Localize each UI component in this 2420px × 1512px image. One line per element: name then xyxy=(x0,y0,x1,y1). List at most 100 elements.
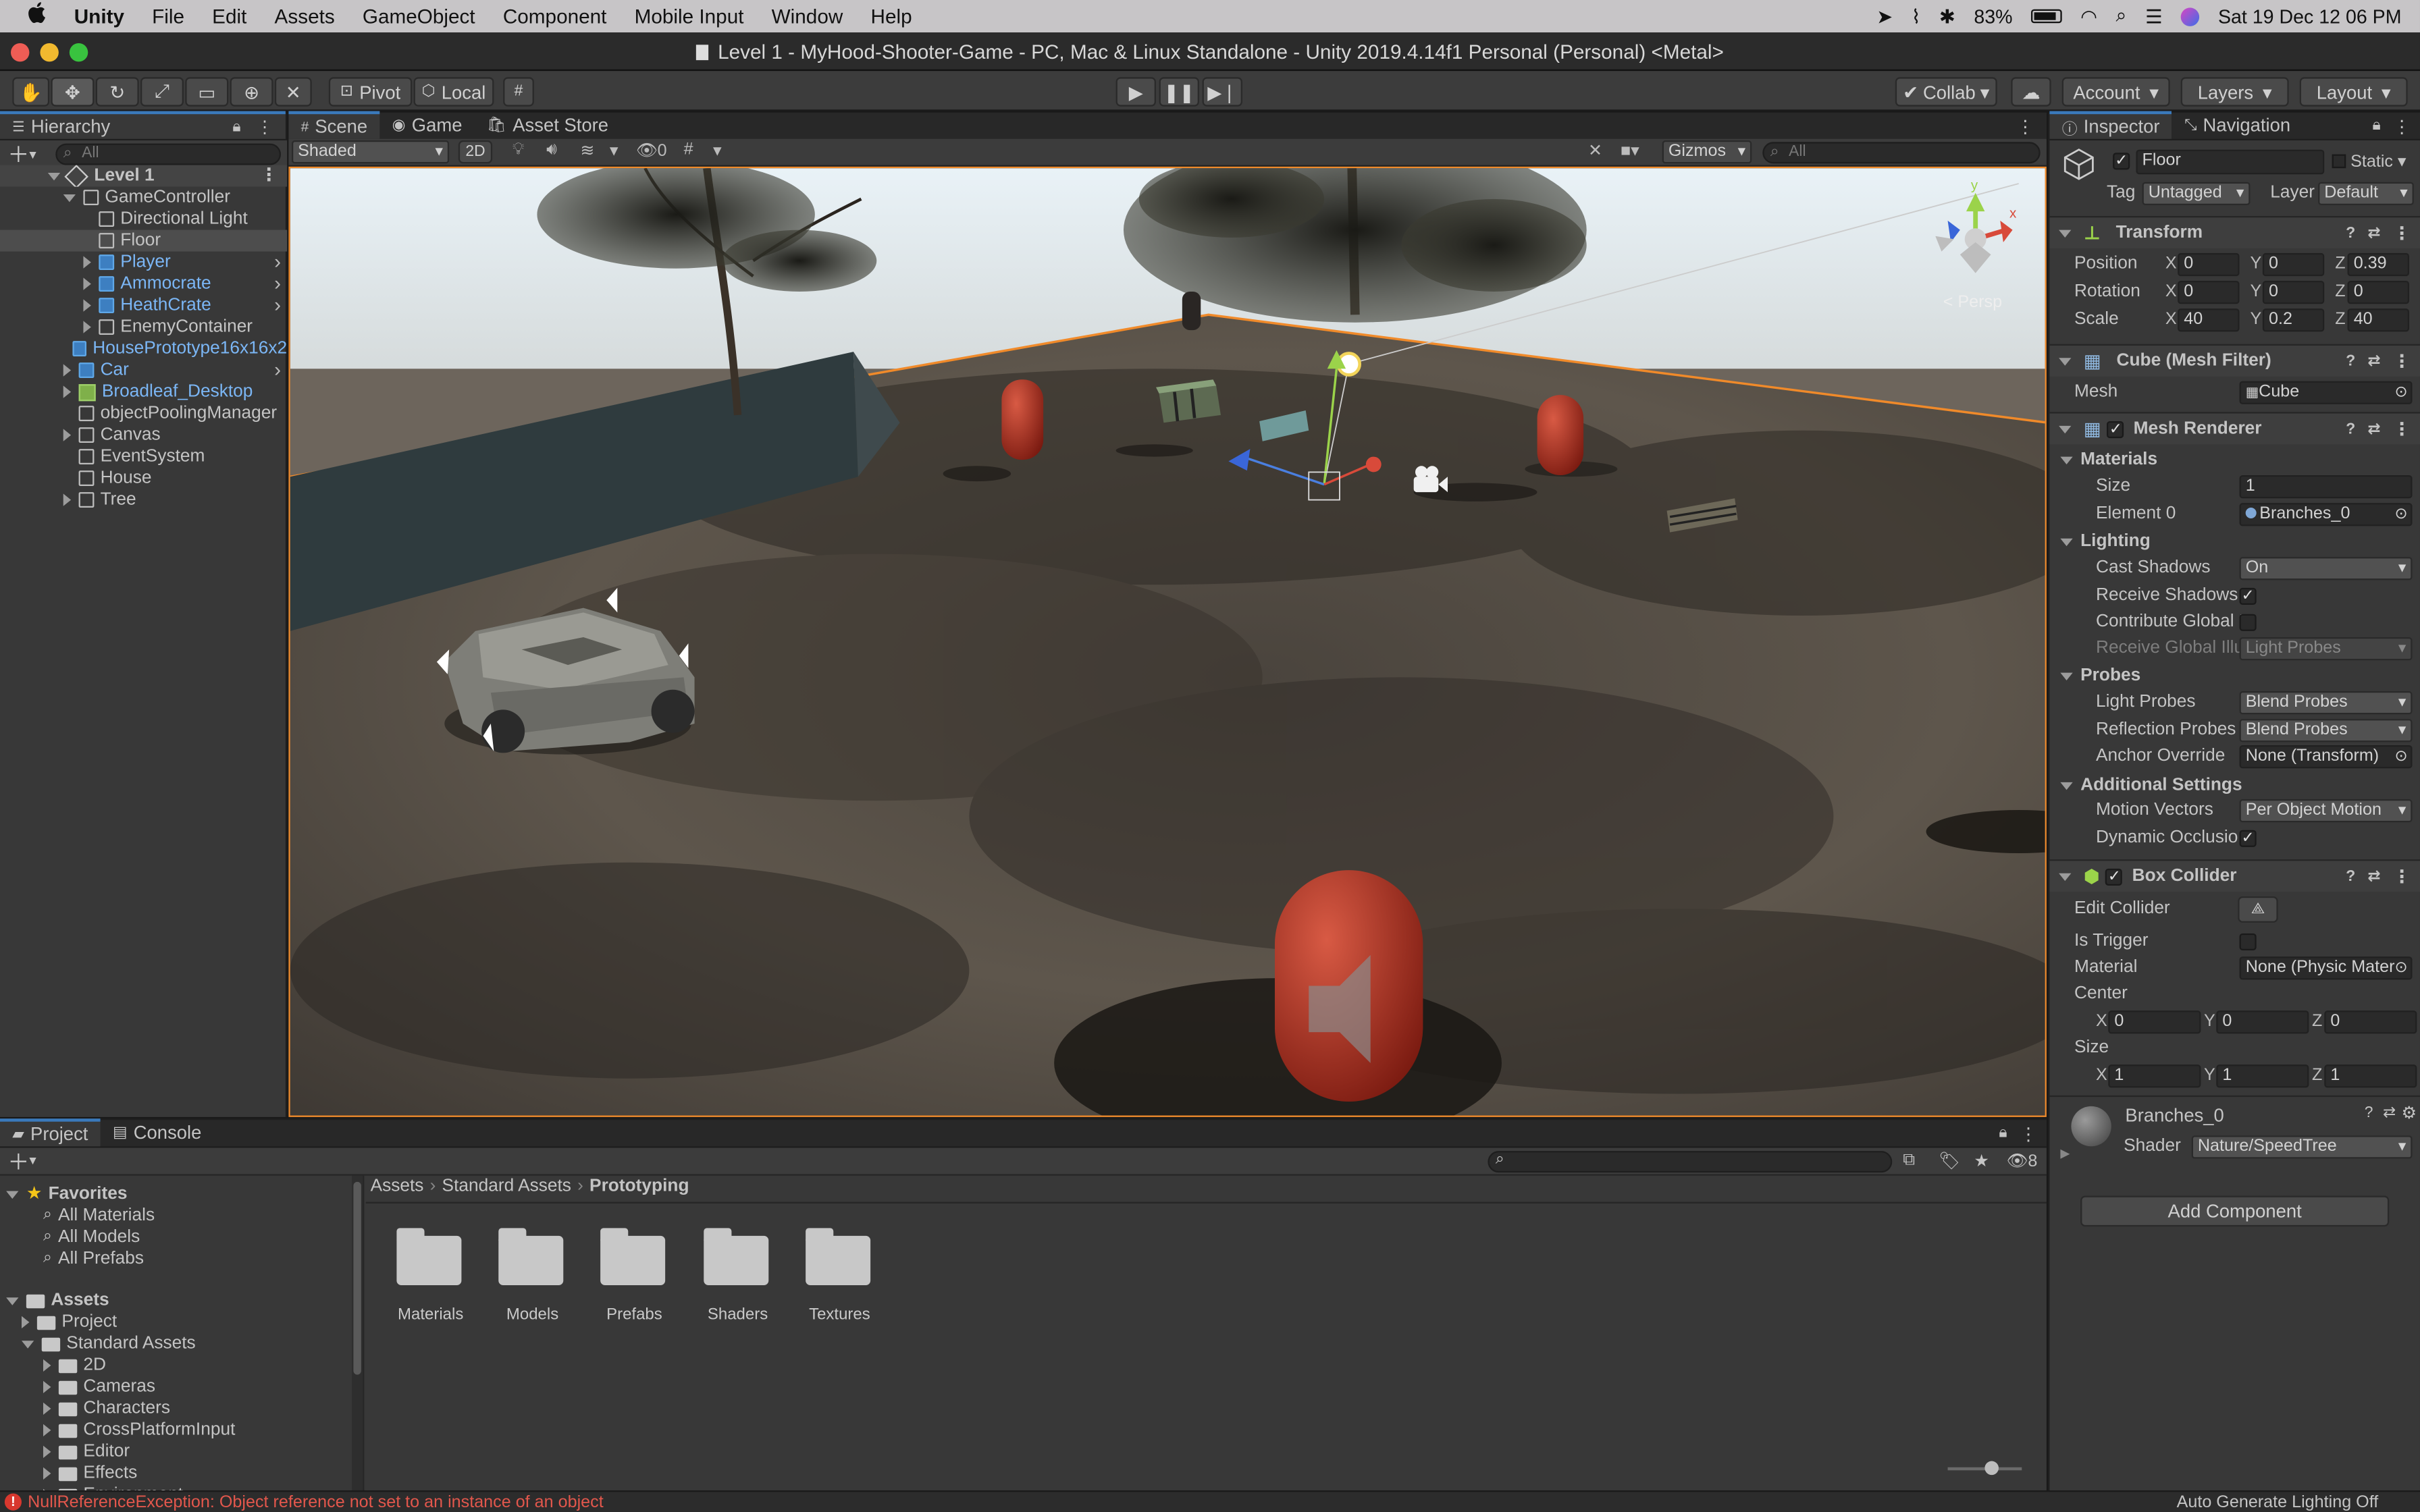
scene-render[interactable] xyxy=(290,168,2047,1117)
hierarchy-item[interactable]: HeathCrate › xyxy=(0,295,287,317)
shader-dropdown[interactable]: Nature/SpeedTree xyxy=(2191,1135,2413,1159)
materials-size-field[interactable]: 1 xyxy=(2239,475,2413,499)
active-checkbox[interactable]: ✓ xyxy=(2113,153,2130,170)
add-icon[interactable]: ＋ xyxy=(7,1145,29,1177)
pivot-toggle[interactable]: ⊡ Pivot xyxy=(328,77,413,107)
object-picker-icon[interactable]: ⊙ xyxy=(2395,747,2408,767)
breadcrumb-standard-assets[interactable]: Standard Assets xyxy=(442,1177,571,1195)
filter-by-type-icon[interactable]: ⧉ xyxy=(1903,1151,1915,1171)
hierarchy-item[interactable]: Canvas xyxy=(0,425,287,446)
project-tree-item[interactable]: CrossPlatformInput xyxy=(43,1420,235,1441)
transform-component-header[interactable]: ⊥ Transform ? ⇄ ⋮ xyxy=(2049,215,2420,248)
expand-arrow-icon[interactable] xyxy=(47,171,61,180)
collider-material-field[interactable]: None (Physic Materi ⊙ xyxy=(2239,956,2413,980)
additional-settings-foldout[interactable]: Additional Settings xyxy=(2049,773,2420,799)
lock-icon[interactable]: 🔒︎ xyxy=(1999,1125,2007,1141)
mesh-object-field[interactable]: ▦Cube ⊙ xyxy=(2239,381,2413,404)
gizmos-dropdown[interactable]: Gizmos xyxy=(1662,140,1752,164)
chevron-right-icon[interactable]: › xyxy=(274,295,281,317)
kebab-menu-icon[interactable]: ⋮ xyxy=(2393,222,2411,244)
project-tree-item[interactable]: Standard Assets xyxy=(21,1333,196,1355)
vector-z-field[interactable]: 0 xyxy=(2324,1010,2417,1034)
menu-mobile-input[interactable]: Mobile Input xyxy=(621,0,758,32)
paperclip-icon[interactable]: ⌇ xyxy=(1912,5,1921,28)
project-tree-item[interactable]: Cameras xyxy=(43,1376,155,1398)
breadcrumb-assets[interactable]: Assets xyxy=(371,1177,424,1195)
lighting-toggle-icon[interactable]: 💡︎ xyxy=(512,140,525,161)
hierarchy-item[interactable]: Floor xyxy=(0,230,288,252)
hidden-packages-icon[interactable]: 👁︎8 xyxy=(2006,1151,2037,1170)
static-checkbox[interactable] xyxy=(2332,154,2346,169)
vector-z-field[interactable]: 1 xyxy=(2324,1064,2417,1088)
object-picker-icon[interactable]: ⊙ xyxy=(2395,383,2408,403)
hierarchy-item[interactable]: Car › xyxy=(0,360,287,381)
chevron-right-icon[interactable]: › xyxy=(274,273,281,295)
local-toggle[interactable]: ⬡ Local xyxy=(413,77,494,107)
favorite-all-models[interactable]: ⌕ All Models xyxy=(43,1226,140,1248)
assets-foldout[interactable]: Assets xyxy=(0,1290,109,1312)
preset-icon[interactable]: ⇄ xyxy=(2368,352,2381,369)
hidden-objects-icon[interactable]: 👁︎0 xyxy=(636,140,667,160)
rect-tool-button[interactable]: ▭ xyxy=(185,77,229,107)
spotlight-search-icon[interactable]: ⌕ xyxy=(2116,5,2127,28)
project-tree-item[interactable]: Editor xyxy=(43,1441,130,1463)
help-icon[interactable]: ? xyxy=(2346,421,2355,437)
tab-console[interactable]: ▤ Console xyxy=(101,1118,214,1146)
tab-hierarchy[interactable]: ☰ Hierarchy 🔒︎ ⋮ xyxy=(0,111,286,139)
vector-z-field[interactable]: 0 xyxy=(2347,280,2409,304)
collapse-arrow-icon[interactable] xyxy=(2060,782,2073,790)
anchor-override-field[interactable]: None (Transform) ⊙ xyxy=(2239,745,2413,769)
error-icon[interactable]: ! xyxy=(4,1493,22,1511)
kebab-menu-icon[interactable]: ⋮ xyxy=(256,117,273,136)
layout-dropdown[interactable]: Layout ▾ xyxy=(2299,77,2408,107)
expand-arrow-icon[interactable] xyxy=(83,256,91,269)
grid-toggle-icon[interactable]: # xyxy=(684,140,693,159)
effects-toggle-icon[interactable]: ≋ xyxy=(580,140,594,160)
hierarchy-item[interactable]: EventSystem xyxy=(0,446,287,468)
expand-arrow-icon[interactable] xyxy=(43,1467,51,1480)
vector-x-field[interactable]: 40 xyxy=(2178,308,2240,332)
hand-tool-button[interactable]: ✋ xyxy=(12,77,50,107)
chevron-down-icon[interactable]: ▾ xyxy=(610,140,619,160)
menu-assets[interactable]: Assets xyxy=(261,0,348,32)
preset-icon[interactable]: ⇄ xyxy=(2368,225,2381,242)
expand-arrow-icon[interactable] xyxy=(43,1402,51,1415)
scene-search-input[interactable]: ⌕ All xyxy=(1762,142,2041,164)
collapse-arrow-icon[interactable] xyxy=(2060,456,2073,464)
help-icon[interactable]: ? xyxy=(2346,868,2355,885)
lock-icon[interactable]: 🔒︎ xyxy=(232,118,240,135)
preset-icon[interactable]: ⇄ xyxy=(2368,868,2381,885)
expand-arrow-icon[interactable] xyxy=(43,1380,51,1393)
lighting-foldout[interactable]: Lighting xyxy=(2049,529,2420,556)
expand-arrow-icon[interactable] xyxy=(43,1424,51,1436)
chevron-down-icon[interactable]: ▾ xyxy=(713,140,722,160)
dynamic-occlusion-checkbox[interactable]: ✓ xyxy=(2239,830,2257,847)
menubar-clock[interactable]: Sat 19 Dec 12 06 PM xyxy=(2218,5,2402,27)
hierarchy-item[interactable]: Broadleaf_Desktop xyxy=(0,381,287,403)
collapse-arrow-icon[interactable] xyxy=(2060,672,2073,680)
cloud-button[interactable]: ☁ xyxy=(2011,77,2051,107)
hierarchy-item[interactable]: HousePrototype16x16x2 xyxy=(0,338,287,360)
hierarchy-item[interactable]: EnemyContainer xyxy=(0,317,287,338)
status-error-message[interactable]: NullReferenceException: Object reference… xyxy=(28,1492,604,1512)
favorites-foldout[interactable]: ★ Favorites xyxy=(0,1183,127,1205)
static-toggle[interactable]: Static ▾ xyxy=(2332,151,2406,171)
mesh-renderer-component-header[interactable]: ▦ ✓ Mesh Renderer ? ⇄ ⋮ xyxy=(2049,412,2420,445)
expand-arrow-icon[interactable] xyxy=(63,429,72,441)
menu-help[interactable]: Help xyxy=(857,0,926,32)
breadcrumb-prototyping[interactable]: Prototyping xyxy=(589,1177,689,1195)
lock-icon[interactable]: 🔒︎ xyxy=(2373,117,2381,134)
box-collider-component-header[interactable]: ⬢ ✓ Box Collider ? ⇄ ⋮ xyxy=(2049,859,2420,892)
menu-component[interactable]: Component xyxy=(489,0,621,32)
collapse-arrow-icon[interactable] xyxy=(63,193,76,202)
audio-toggle-icon[interactable]: 🔊︎ xyxy=(546,140,557,161)
expand-arrow-icon[interactable] xyxy=(43,1445,51,1458)
collapse-arrow-icon[interactable] xyxy=(2059,357,2072,365)
expand-arrow-icon[interactable] xyxy=(83,299,91,312)
kebab-menu-icon[interactable]: ⋮ xyxy=(260,165,278,187)
box-collider-enabled-checkbox[interactable]: ✓ xyxy=(2105,867,2123,885)
probes-foldout[interactable]: Probes xyxy=(2049,664,2420,690)
chevron-down-icon[interactable]: ▾ xyxy=(29,1152,36,1169)
expand-arrow-icon[interactable] xyxy=(21,1316,30,1328)
shading-mode-dropdown[interactable]: Shaded xyxy=(291,140,450,164)
